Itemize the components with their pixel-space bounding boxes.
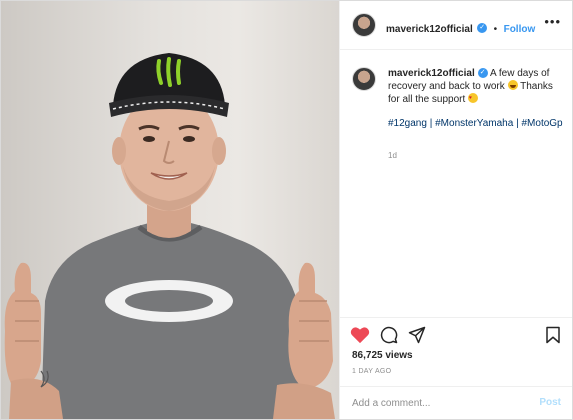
caption: maverick12official ✓ A few days of recove… [388, 67, 563, 106]
post-media[interactable] [1, 1, 339, 419]
heart-icon[interactable] [350, 326, 370, 349]
hashtag-12gang[interactable]: #12gang [388, 118, 427, 129]
post-date: 1 DAY AGO [352, 368, 392, 375]
grin-emoji-icon [507, 80, 518, 90]
follow-button[interactable]: Follow [504, 24, 536, 35]
bookmark-icon[interactable] [545, 326, 561, 349]
left-thumb [4, 262, 41, 389]
post-header: maverick12official ✓ • Follow ••• [340, 1, 572, 50]
hashtag-monsteryamaha[interactable]: #MonsterYamaha [435, 118, 513, 129]
more-icon[interactable]: ••• [544, 15, 561, 28]
post-photo [4, 53, 335, 419]
separator-dot: • [493, 24, 498, 35]
hashtag-separator: | [516, 118, 519, 129]
comment-icon[interactable] [380, 326, 398, 349]
post-panel: maverick12official ✓ • Follow ••• maveri… [339, 1, 572, 419]
hashtag-motogp[interactable]: #MotoGp [521, 118, 562, 129]
right-thumb [288, 262, 333, 389]
heart-eyes-emoji-icon [468, 92, 479, 105]
share-icon[interactable] [408, 326, 426, 349]
verified-icon: ✓ [477, 22, 488, 33]
view-count[interactable]: 86,725 views [352, 350, 413, 361]
avatar[interactable] [352, 13, 376, 37]
comment-input[interactable] [352, 395, 522, 411]
hashtags: #12gang | #MonsterYamaha | #MotoGp [388, 117, 563, 130]
header-username[interactable]: maverick12official [386, 24, 473, 35]
verified-icon: ✓ [477, 68, 488, 79]
actions-section: 86,725 views 1 DAY AGO Post [340, 317, 572, 419]
caption-time: 1d [388, 151, 397, 160]
caption-username[interactable]: maverick12official [388, 68, 475, 79]
hashtag-separator: | [429, 118, 433, 129]
post-button[interactable]: Post [539, 397, 561, 408]
caption-avatar[interactable] [352, 67, 376, 91]
comment-bar: Post [340, 386, 572, 419]
instagram-post: maverick12official ✓ • Follow ••• maveri… [0, 0, 573, 420]
header-row: maverick12official ✓ • Follow [386, 19, 535, 37]
